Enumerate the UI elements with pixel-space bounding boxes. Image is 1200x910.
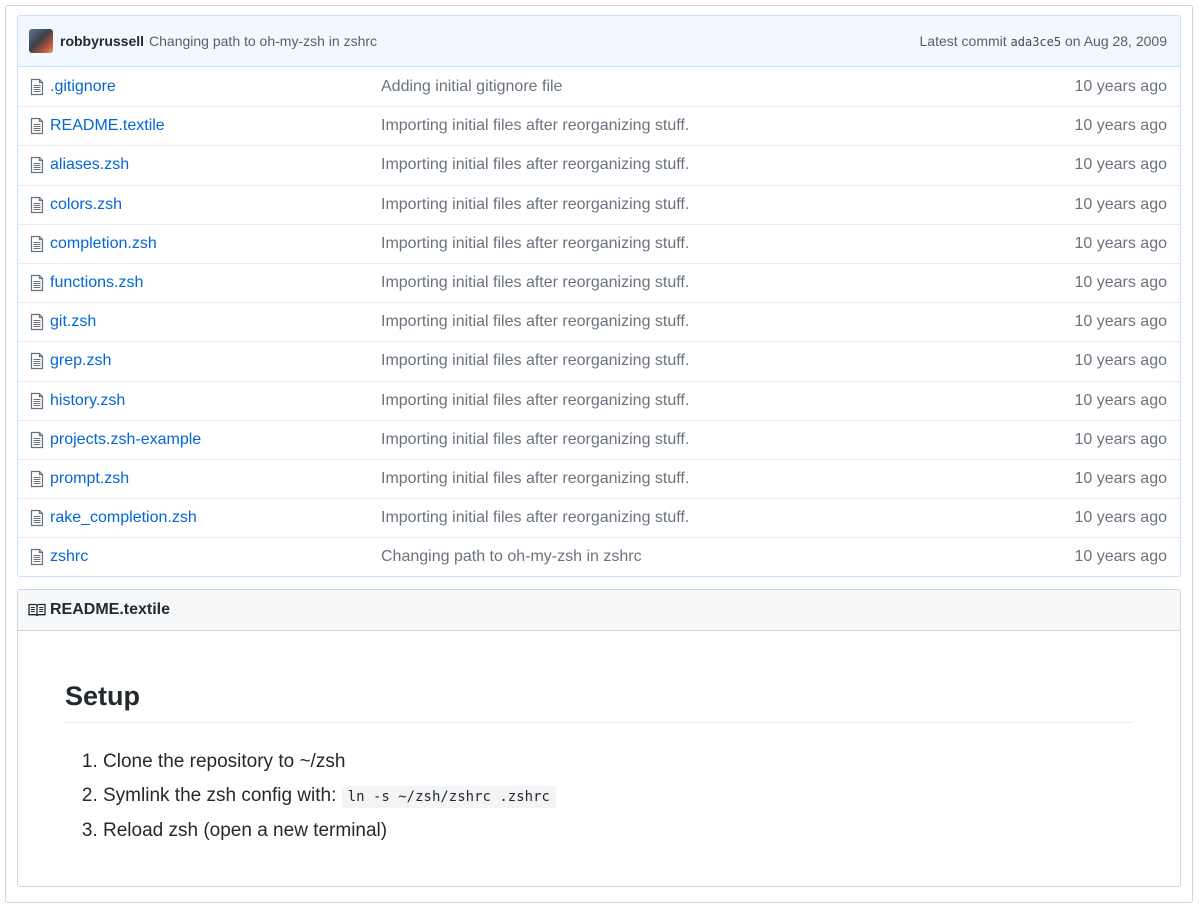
- file-icon: [30, 353, 44, 370]
- file-age: 10 years ago: [1074, 352, 1167, 370]
- file-icon: [30, 118, 44, 135]
- file-row: .gitignore Adding initial gitignore file 1…: [18, 67, 1180, 106]
- book-icon: [28, 603, 46, 617]
- file-icon: [30, 196, 44, 213]
- file-icon: [30, 392, 44, 409]
- file-name-link[interactable]: grep.zsh: [50, 352, 381, 370]
- file-icon: [30, 470, 44, 488]
- file-commit-message-link[interactable]: Importing initial files after reorganizi…: [381, 352, 1074, 370]
- file-commit-message-link[interactable]: Adding initial gitignore file: [381, 78, 1074, 96]
- file-commit-message-link[interactable]: Importing initial files after reorganizi…: [381, 235, 1074, 253]
- avatar[interactable]: [29, 29, 53, 53]
- file-icon: [30, 510, 44, 527]
- file-name-link[interactable]: aliases.zsh: [50, 156, 381, 174]
- file-name-link[interactable]: colors.zsh: [50, 196, 381, 214]
- file-icon: [30, 274, 44, 292]
- file-name-link[interactable]: rake_completion.zsh: [50, 509, 381, 527]
- file-age: 10 years ago: [1074, 117, 1167, 135]
- file-age: 10 years ago: [1074, 195, 1167, 213]
- file-row: aliases.zsh Importing initial files after…: [18, 145, 1180, 184]
- file-name-link[interactable]: completion.zsh: [50, 235, 381, 253]
- file-row: git.zsh Importing initial files after reo…: [18, 302, 1180, 341]
- file-commit-message-link[interactable]: Importing initial files after reorganizi…: [381, 196, 1074, 214]
- file-age: 10 years ago: [1074, 156, 1167, 174]
- setup-steps-list: Clone the repository to ~/zsh Symlink th…: [65, 745, 1133, 848]
- file-row: prompt.zsh Importing initial files after …: [18, 458, 1180, 498]
- file-commit-message-link[interactable]: Importing initial files after reorganizi…: [381, 470, 1074, 488]
- readme-content: Setup Clone the repository to ~/zsh Syml…: [18, 681, 1180, 848]
- file-name-link[interactable]: history.zsh: [50, 392, 381, 410]
- file-commit-message-link[interactable]: Importing initial files after reorganizi…: [381, 156, 1074, 174]
- file-name-link[interactable]: README.textile: [50, 117, 381, 135]
- file-icon: [30, 78, 44, 95]
- latest-commit-info: Latest commit ada3ce5 on Aug 28, 2009: [920, 33, 1168, 49]
- file-browser: robbyrussell Changing path to oh-my-zsh …: [17, 15, 1181, 577]
- file-name-link[interactable]: .gitignore: [50, 78, 381, 96]
- file-name-link[interactable]: functions.zsh: [50, 274, 381, 292]
- file-age: 10 years ago: [1074, 77, 1167, 95]
- file-commit-message-link[interactable]: Importing initial files after reorganizi…: [381, 274, 1074, 292]
- file-row: README.textile Importing initial files af…: [18, 106, 1180, 145]
- file-age: 10 years ago: [1074, 313, 1167, 331]
- setup-step: Symlink the zsh config with: ln -s ~/zsh…: [103, 779, 1133, 814]
- commit-sha-link[interactable]: ada3ce5: [1011, 35, 1062, 49]
- commit-date: on Aug 28, 2009: [1065, 33, 1167, 49]
- latest-commit-label: Latest commit: [919, 33, 1007, 49]
- file-age: 10 years ago: [1074, 509, 1167, 527]
- setup-step-text: Symlink the zsh config with:: [103, 785, 342, 806]
- readme-heading: Setup: [65, 681, 1133, 723]
- file-row: colors.zsh Importing initial files after …: [18, 184, 1180, 224]
- file-age: 10 years ago: [1074, 548, 1167, 566]
- file-row: grep.zsh Importing initial files after re…: [18, 341, 1180, 380]
- setup-step-text: Reload zsh (open a new terminal): [103, 820, 388, 841]
- file-row: functions.zsh Importing initial files aft…: [18, 262, 1180, 302]
- file-name-link[interactable]: zshrc: [50, 548, 381, 566]
- file-row: history.zsh Importing initial files after…: [18, 380, 1180, 420]
- inline-code: ln -s ~/zsh/zshrc .zshrc: [341, 786, 556, 808]
- file-row: rake_completion.zsh Importing initial fil…: [18, 498, 1180, 537]
- readme-header: README.textile: [18, 590, 1180, 631]
- file-commit-message-link[interactable]: Importing initial files after reorganizi…: [381, 431, 1074, 449]
- file-row: projects.zsh-example Importing initial fi…: [18, 419, 1180, 459]
- file-list: .gitignore Adding initial gitignore file 1…: [18, 67, 1180, 576]
- setup-step: Reload zsh (open a new terminal): [103, 814, 1133, 848]
- readme-filename: README.textile: [50, 601, 171, 618]
- readme-panel: README.textile Setup Clone the repositor…: [17, 589, 1181, 887]
- file-row: zshrc Changing path to oh-my-zsh in zshrc…: [18, 537, 1180, 576]
- setup-step: Clone the repository to ~/zsh: [103, 745, 1133, 779]
- file-name-link[interactable]: git.zsh: [50, 313, 381, 331]
- file-name-link[interactable]: prompt.zsh: [50, 470, 381, 488]
- file-icon: [30, 157, 44, 174]
- file-row: completion.zsh Importing initial files af…: [18, 223, 1180, 263]
- file-age: 10 years ago: [1074, 469, 1167, 487]
- file-commit-message-link[interactable]: Importing initial files after reorganizi…: [381, 117, 1074, 135]
- file-icon: [30, 549, 44, 566]
- setup-step-text: Clone the repository to ~/zsh: [103, 751, 346, 772]
- file-age: 10 years ago: [1074, 391, 1167, 409]
- file-age: 10 years ago: [1074, 234, 1167, 252]
- file-commit-message-link[interactable]: Importing initial files after reorganizi…: [381, 392, 1074, 410]
- latest-commit-bar: robbyrussell Changing path to oh-my-zsh …: [18, 16, 1180, 67]
- file-icon: [30, 431, 44, 448]
- file-commit-message-link[interactable]: Changing path to oh-my-zsh in zshrc: [381, 548, 1074, 566]
- file-icon: [30, 235, 44, 252]
- file-name-link[interactable]: projects.zsh-example: [50, 431, 381, 449]
- file-commit-message-link[interactable]: Importing initial files after reorganizi…: [381, 313, 1074, 331]
- commit-author-link[interactable]: robbyrussell: [60, 33, 144, 49]
- file-icon: [30, 314, 44, 331]
- commit-message-link[interactable]: Changing path to oh-my-zsh in zshrc: [149, 33, 377, 49]
- file-age: 10 years ago: [1074, 274, 1167, 292]
- file-commit-message-link[interactable]: Importing initial files after reorganizi…: [381, 509, 1074, 527]
- file-age: 10 years ago: [1074, 430, 1167, 448]
